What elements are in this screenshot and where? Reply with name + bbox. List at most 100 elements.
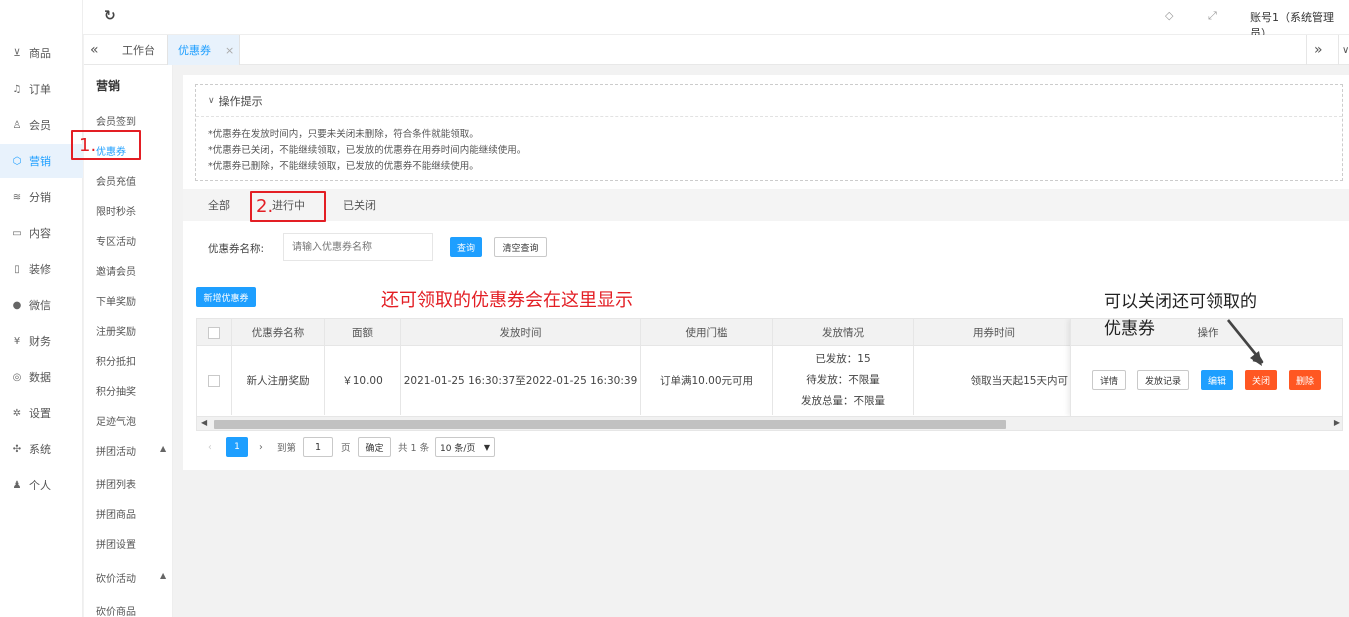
chevron-down-icon: ▼: [483, 442, 490, 452]
app: ↻ ◇ ⤢ 账号1（系统管理员） ⊻ 商品 ♫ 订单 ♙ 会员 ⬡ 营销 ≋ 分销 ▭ 内容 ▯ 装修 ● 微…: [0, 0, 1349, 617]
pager-page-unit: 页: [341, 443, 351, 454]
subnav-item-15[interactable]: 拼团设置: [96, 536, 136, 551]
select-all-checkbox[interactable]: [208, 326, 220, 339]
box-icon: ⬡: [12, 155, 22, 167]
subnav-item-1[interactable]: 会员签到: [96, 113, 136, 128]
pager-confirm-button[interactable]: 确定: [358, 437, 391, 457]
total-count: 发放总量：不限量: [801, 395, 885, 407]
tab-all[interactable]: 全部: [208, 189, 230, 221]
operation-tips: ∨ 操作提示 *优惠券在发放时间内，只要未关闭未删除，符合条件就能领取。 *优惠…: [195, 84, 1343, 181]
sidebar-item-7[interactable]: ▯ 装修: [0, 252, 83, 286]
subnav-item-17[interactable]: 砍价商品: [96, 603, 136, 617]
pager-page-1[interactable]: 1: [226, 437, 248, 457]
cell-use-time: 领取当天起15天内可: [970, 375, 1068, 387]
sidebar-item-label: 系统: [29, 443, 51, 456]
sidebar-item-label: 分销: [29, 191, 51, 204]
subnav-item-14[interactable]: 拼团商品: [96, 506, 136, 521]
refresh-icon[interactable]: ↻: [104, 8, 116, 24]
close-icon[interactable]: ×: [225, 44, 234, 57]
tab-closed[interactable]: 已关闭: [343, 189, 376, 221]
detail-button[interactable]: 详情: [1092, 370, 1126, 390]
system-icon: ✣: [12, 443, 22, 455]
page-size-select[interactable]: 10 条/页 ▼: [435, 437, 495, 457]
sidebar-item-9[interactable]: ¥ 财务: [0, 324, 83, 358]
annotation-note-line2: 优惠券: [1104, 319, 1155, 339]
subnav-item-13[interactable]: 拼团列表: [96, 476, 136, 491]
top-bar: ↻ ◇ ⤢ 账号1（系统管理员）: [0, 0, 1349, 40]
subnav-item-4[interactable]: 限时秒杀: [96, 203, 136, 218]
issue-record-button[interactable]: 发放记录: [1137, 370, 1189, 390]
fullscreen-icon[interactable]: ⤢: [1208, 9, 1217, 23]
col-issue-status: 发放情况: [773, 319, 914, 346]
pager-goto-label: 到第: [277, 443, 297, 454]
subnav-item-12[interactable]: 拼团活动: [96, 443, 136, 458]
wechat-icon: ●: [12, 299, 22, 311]
sidebar-item-label: 内容: [29, 227, 51, 240]
col-threshold: 使用门槛: [641, 319, 773, 346]
close-coupon-button[interactable]: 关闭: [1245, 370, 1277, 390]
subnav-item-8[interactable]: 注册奖励: [96, 323, 136, 338]
cell-threshold: 订单满10.00元可用: [641, 346, 773, 415]
sidebar-item-label: 装修: [29, 263, 51, 276]
scroll-left-icon[interactable]: ◀: [201, 418, 207, 427]
chevron-up-icon[interactable]: ▲: [160, 444, 166, 453]
sidebar-item-1[interactable]: ⊻ 商品: [0, 36, 83, 70]
pager-total: 共 1 条: [398, 443, 430, 454]
scroll-right-icon[interactable]: ▶: [1334, 418, 1340, 427]
cell-name: 新人注册奖励: [232, 346, 325, 415]
cart-icon: ⊻: [13, 47, 21, 59]
subnav-item-10[interactable]: 积分抽奖: [96, 383, 136, 398]
sidebar-item-5[interactable]: ≋ 分销: [0, 180, 83, 214]
pager-next[interactable]: ›: [259, 437, 263, 457]
annotation-arrow: [1226, 319, 1264, 366]
subnav-item-5[interactable]: 专区活动: [96, 233, 136, 248]
subnav-item-11[interactable]: 足迹气泡: [96, 413, 136, 428]
tab-workbench[interactable]: 工作台: [122, 35, 155, 65]
scrollbar-thumb[interactable]: [214, 420, 1006, 429]
pager-goto-input[interactable]: 1: [303, 437, 333, 457]
tabs-next-button[interactable]: »: [1314, 35, 1323, 65]
horizontal-scrollbar[interactable]: ◀ ▶: [197, 416, 1342, 430]
tab-coupon[interactable]: 优惠券 ×: [167, 35, 240, 65]
sidebar-item-6[interactable]: ▭ 内容: [0, 216, 83, 250]
yen-icon: ¥: [13, 335, 21, 347]
sidebar-item-13[interactable]: ♟ 个人: [0, 468, 83, 502]
tab-bar: « 工作台 优惠券 × » ∨: [84, 35, 1349, 65]
col-name: 优惠券名称: [232, 319, 325, 346]
sidebar-item-2[interactable]: ♫ 订单: [0, 72, 83, 106]
col-value: 面额: [325, 319, 401, 346]
annotation-note-line1: 可以关闭还可领取的: [1104, 292, 1257, 312]
coupon-table: 优惠券名称 面额 发放时间 使用门槛 发放情况 用券时间 新人注册奖励 ￥10.…: [196, 318, 1343, 431]
tabs-prev-button[interactable]: «: [90, 35, 99, 65]
cell-issue-time: 2021-01-25 16:30:37至2022-01-25 16:30:39: [401, 346, 641, 415]
layers-icon: ≋: [12, 191, 22, 203]
add-coupon-button[interactable]: 新增优惠券: [196, 287, 256, 307]
tag-icon[interactable]: ◇: [1165, 9, 1173, 22]
subnav-item-16[interactable]: 砍价活动: [96, 570, 136, 585]
chevron-down-icon[interactable]: ∨: [1342, 35, 1349, 65]
chevron-up-icon[interactable]: ▲: [160, 571, 166, 580]
delete-button[interactable]: 删除: [1289, 370, 1321, 390]
sidebar-item-label: 个人: [29, 479, 51, 492]
sidebar-item-10[interactable]: ◎ 数据: [0, 360, 83, 394]
subnav-item-9[interactable]: 积分抵扣: [96, 353, 136, 368]
sidebar-item-label: 会员: [29, 119, 51, 132]
subnav-item-7[interactable]: 下单奖励: [96, 293, 136, 308]
sidebar-item-11[interactable]: ✲ 设置: [0, 396, 83, 430]
clear-query-button[interactable]: 清空查询: [494, 237, 547, 257]
subnav-item-6[interactable]: 邀请会员: [96, 263, 136, 278]
tips-header[interactable]: ∨ 操作提示: [196, 85, 1342, 117]
subnav-item-3[interactable]: 会员充值: [96, 173, 136, 188]
issued-count: 已发放：15: [815, 353, 871, 365]
pager-prev[interactable]: ‹: [208, 437, 212, 457]
search-label: 优惠券名称:: [208, 243, 265, 255]
person-icon: ♟: [12, 479, 22, 491]
query-button[interactable]: 查询: [450, 237, 482, 257]
tabbar-divider: [1306, 35, 1307, 65]
tip-line: *优惠券已删除，不能继续领取，已发放的优惠券不能继续使用。: [208, 161, 479, 172]
sidebar-item-12[interactable]: ✣ 系统: [0, 432, 83, 466]
sidebar-item-8[interactable]: ● 微信: [0, 288, 83, 322]
coupon-name-input[interactable]: [283, 233, 433, 261]
row-checkbox[interactable]: [208, 374, 220, 387]
edit-button[interactable]: 编辑: [1201, 370, 1233, 390]
